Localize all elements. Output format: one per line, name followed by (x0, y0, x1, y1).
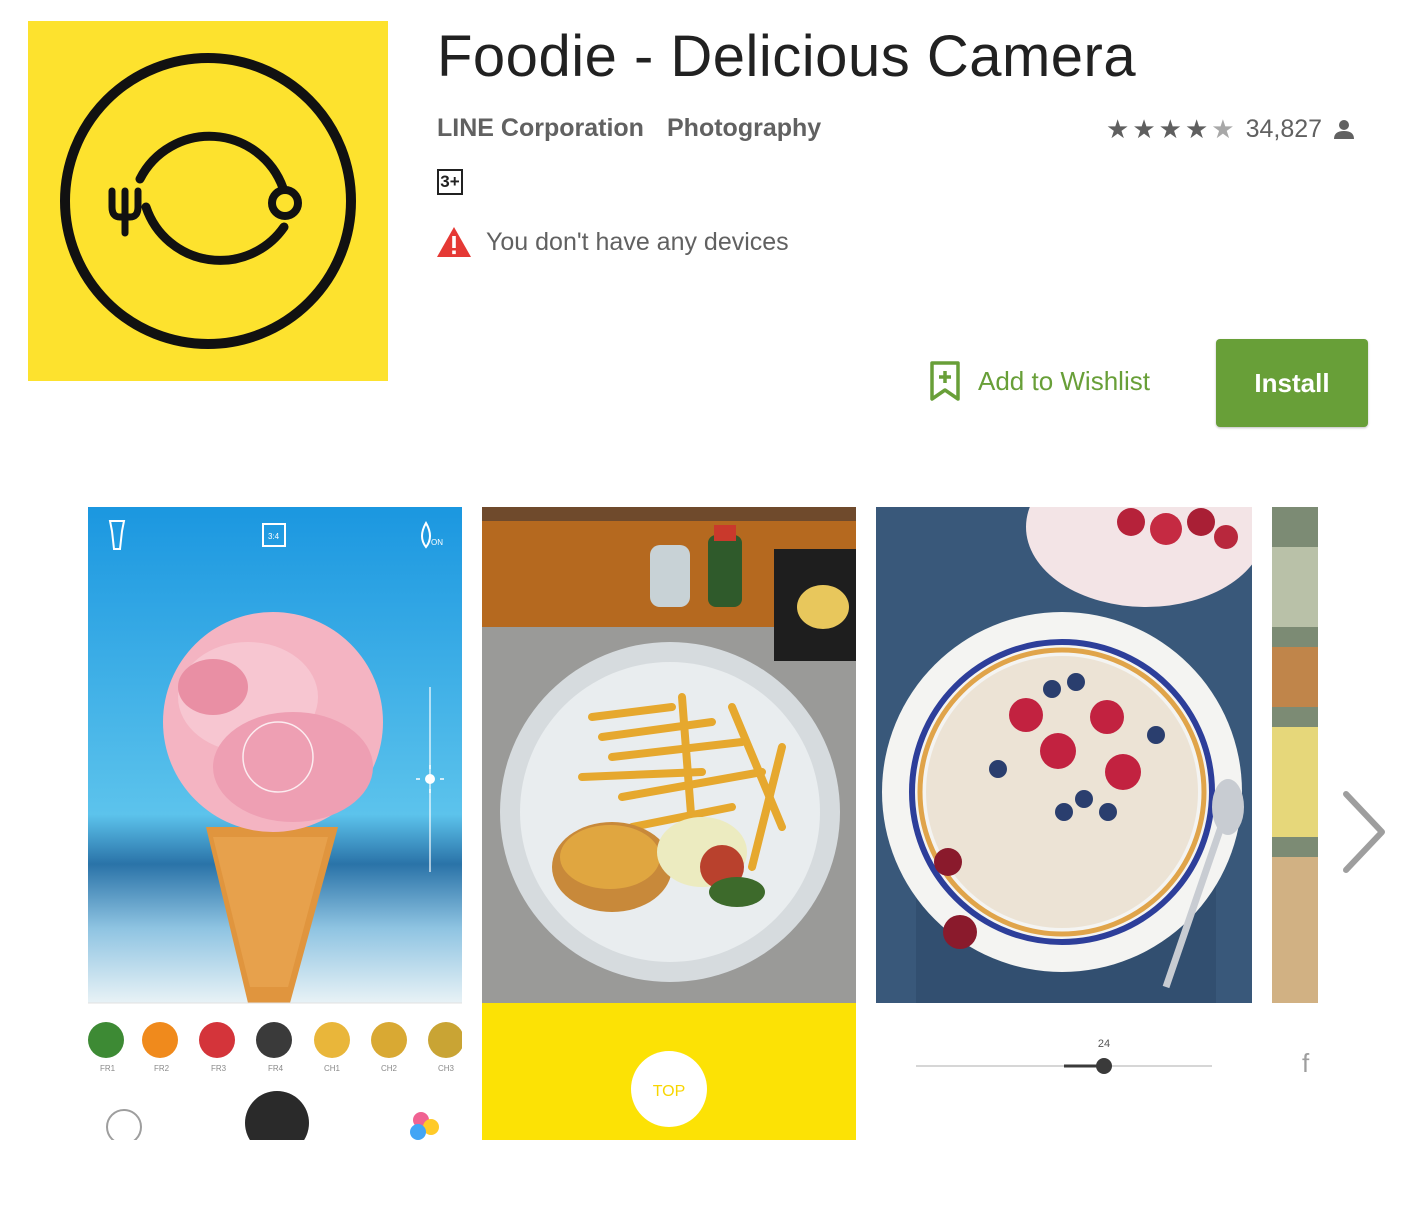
app-title: Foodie - Delicious Camera (437, 24, 1137, 89)
half-star-icon: ★ (1211, 114, 1235, 144)
app-icon (28, 21, 388, 381)
screenshot-2[interactable]: TOP (482, 507, 856, 1140)
rating-count: 34,827 (1245, 114, 1323, 143)
filter-label: FR4 (268, 1064, 284, 1073)
add-to-wishlist-button[interactable]: Add to Wishlist (928, 360, 1150, 402)
top-label: TOP (653, 1083, 686, 1100)
filter-label: CH3 (438, 1064, 455, 1073)
star-icon: ★ (1106, 114, 1130, 144)
wishlist-label: Add to Wishlist (978, 365, 1150, 396)
svg-text:3:4: 3:4 (268, 532, 280, 541)
star-icon: ★ (1158, 114, 1182, 144)
category-link[interactable]: Photography (667, 112, 821, 144)
screenshot-1[interactable]: 3:4 ON FR1 FR2 FR3 FR4 CH1 CH2 CH3 (88, 507, 462, 1140)
foodie-logo-icon (60, 53, 356, 349)
screenshot-3[interactable]: 24 (876, 507, 1252, 1140)
person-icon (1334, 120, 1355, 139)
filter-label: CH2 (381, 1064, 398, 1073)
filter-label: FR2 (154, 1064, 170, 1073)
device-warning: You don't have any devices (436, 226, 789, 258)
rating-block: ★ ★ ★ ★ ★ 34,827 (1106, 112, 1356, 146)
facebook-icon: f (1302, 1048, 1310, 1078)
carousel-next-button[interactable] (1336, 788, 1392, 876)
filter-label: CH1 (324, 1064, 341, 1073)
chevron-right-icon (1343, 791, 1385, 873)
star-icon: ★ (1132, 114, 1156, 144)
screenshot-4[interactable]: f (1272, 507, 1318, 1140)
slider-handle[interactable] (1096, 1058, 1112, 1074)
install-button[interactable]: Install (1216, 339, 1368, 427)
content-rating-badge: 3+ (437, 169, 463, 195)
slider-value: 24 (1098, 1038, 1110, 1050)
developer-link[interactable]: LINE Corporation (437, 112, 644, 144)
bookmark-add-icon (930, 361, 960, 401)
filter-label: FR3 (211, 1064, 227, 1073)
svg-text:ON: ON (431, 538, 443, 547)
warning-icon (437, 227, 471, 257)
warning-text: You don't have any devices (486, 227, 789, 256)
star-icon: ★ (1184, 114, 1209, 144)
filter-label: FR1 (100, 1064, 116, 1073)
